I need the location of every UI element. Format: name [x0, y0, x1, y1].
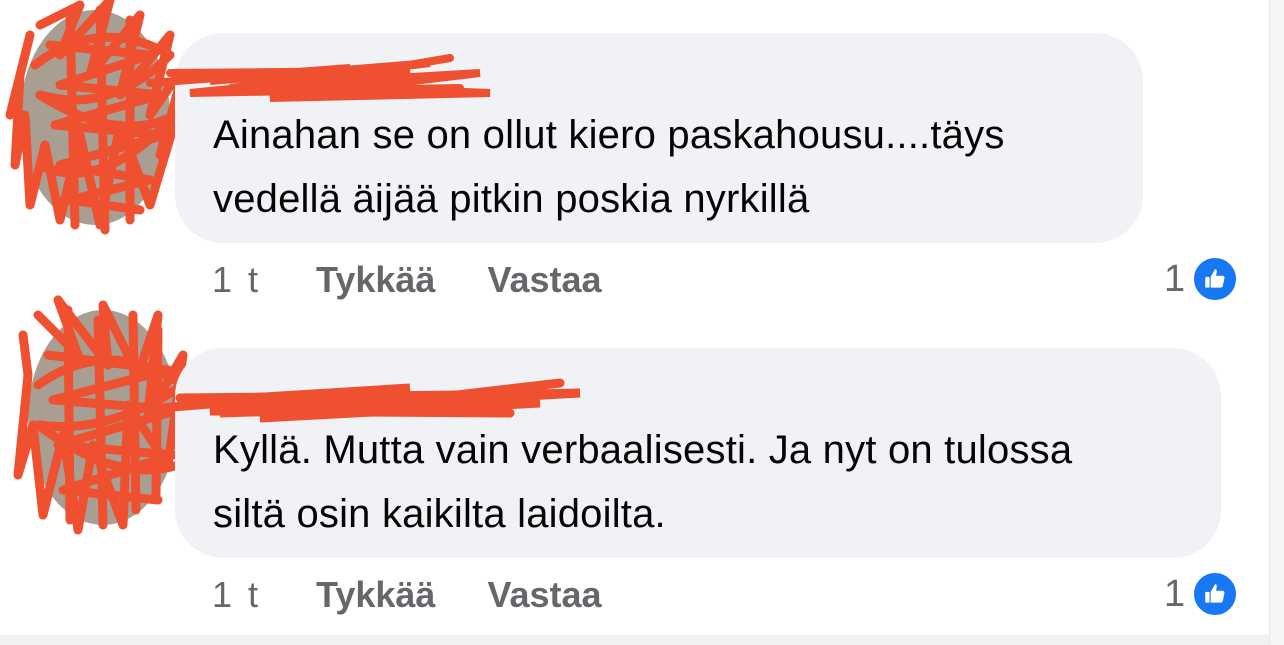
reaction-count: 1: [1164, 572, 1186, 615]
avatar[interactable]: [5, 0, 190, 235]
comment-bubble[interactable]: Ainahan se on ollut kiero paskahousu....…: [146, 33, 1143, 243]
like-button[interactable]: Tykkää: [316, 574, 435, 616]
like-button[interactable]: Tykkää: [316, 259, 435, 301]
reply-button[interactable]: Vastaa: [487, 259, 601, 301]
redacted-author-name: [155, 378, 581, 423]
reply-button[interactable]: Vastaa: [487, 574, 601, 616]
comment-text: Kyllä. Mutta vain verbaalisesti. Ja nyt …: [213, 428, 1073, 536]
comment-actions: 1 t Tykkää Vastaa: [212, 259, 654, 301]
reaction-count: 1: [1164, 257, 1186, 300]
reaction-summary[interactable]: 1: [1164, 255, 1240, 303]
reaction-summary[interactable]: 1: [1164, 570, 1240, 618]
redacted-author-name: [146, 54, 491, 102]
comment-text: Ainahan se on ollut kiero paskahousu....…: [213, 113, 1005, 221]
comment-bubble[interactable]: Kyllä. Mutta vain verbaalisesti. Ja nyt …: [155, 348, 1221, 558]
timestamp[interactable]: 1 t: [212, 259, 261, 301]
comment-actions: 1 t Tykkää Vastaa: [212, 574, 654, 616]
redaction-scribble: [5, 0, 190, 235]
timestamp[interactable]: 1 t: [212, 574, 261, 616]
scrollbar[interactable]: [1269, 0, 1284, 645]
avatar[interactable]: [13, 295, 188, 535]
divider: [0, 635, 1270, 645]
comment-thread: Ainahan se on ollut kiero paskahousu....…: [0, 0, 1284, 645]
like-thumbs-up-icon: [1191, 255, 1240, 303]
like-thumbs-up-icon: [1191, 570, 1240, 618]
